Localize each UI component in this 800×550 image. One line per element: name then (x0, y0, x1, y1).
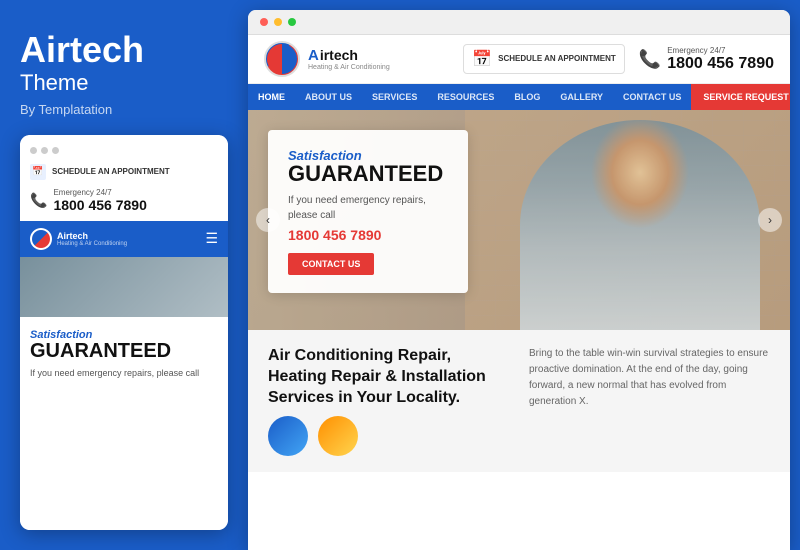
brand-subtitle: Theme (20, 70, 228, 96)
mobile-phone-row: 📞 Emergency 24/7 1800 456 7890 (30, 188, 218, 213)
mobile-logo-sub: Heating & Air Conditioning (57, 241, 127, 247)
header-emergency-label: Emergency 24/7 (667, 46, 774, 55)
mobile-hero (20, 257, 228, 317)
mobile-guaranteed: GUARANTEED (30, 341, 218, 361)
site-nav: HOME ABOUT US SERVICES RESOURCES BLOG GA… (248, 84, 790, 110)
nav-item-blog[interactable]: BLOG (504, 84, 550, 110)
brand-title: Airtech (20, 30, 228, 70)
mobile-logo-name: Airtech (57, 231, 127, 241)
mobile-phone-icon: 📞 (30, 192, 47, 209)
nav-item-home[interactable]: HOME (248, 84, 295, 110)
site-hero: ‹ › Satisfaction GUARANTEED If you need … (248, 110, 790, 330)
bottom-right: Bring to the table win-win survival stra… (529, 346, 770, 456)
header-schedule-text: SCHEDULE AN APPOINTMENT (498, 54, 616, 64)
hero-person-inner (520, 120, 760, 330)
mobile-schedule-text: SCHEDULE AN APPOINTMENT (52, 167, 170, 177)
site-logo-text: Airtech Heating & Air Conditioning (308, 47, 390, 71)
mobile-schedule-row: 📅 SCHEDULE AN APPOINTMENT (30, 164, 218, 180)
nav-service-request-button[interactable]: SERVICE REQUEST (691, 84, 790, 110)
website: Airtech Heating & Air Conditioning 📅 SCH… (248, 35, 790, 550)
mobile-logo-area: Airtech Heating & Air Conditioning (30, 228, 127, 250)
brand-by: By Templatation (20, 102, 228, 117)
mobile-logo-circle (30, 228, 52, 250)
mobile-dots (30, 143, 218, 158)
nav-item-gallery[interactable]: GALLERY (550, 84, 613, 110)
site-logo-name: Airtech (308, 47, 390, 64)
mobile-top-bar: 📅 SCHEDULE AN APPOINTMENT 📞 Emergency 24… (20, 135, 228, 221)
mobile-logo-inner (32, 230, 50, 248)
nav-item-resources[interactable]: RESOURCES (427, 84, 504, 110)
site-header: Airtech Heating & Air Conditioning 📅 SCH… (248, 35, 790, 84)
header-emergency: 📞 Emergency 24/7 1800 456 7890 (639, 46, 774, 73)
hero-phone: 1800 456 7890 (288, 227, 448, 243)
header-phone-number: 1800 456 7890 (667, 55, 774, 73)
mobile-dot-2 (41, 147, 48, 154)
site-header-right: 📅 SCHEDULE AN APPOINTMENT 📞 Emergency 24… (463, 44, 774, 74)
mobile-phone-number: 1800 456 7890 (53, 197, 146, 213)
mobile-dot-1 (30, 147, 37, 154)
site-logo-sub: Heating & Air Conditioning (308, 64, 390, 71)
mobile-nav: Airtech Heating & Air Conditioning ☰ (20, 221, 228, 257)
site-logo-image (264, 41, 300, 77)
bottom-icon-1 (268, 416, 308, 456)
mobile-calendar-icon: 📅 (30, 164, 46, 180)
mobile-desc: If you need emergency repairs, please ca… (30, 367, 218, 380)
nav-item-contact[interactable]: CONTACT US (613, 84, 691, 110)
mobile-phone-info: Emergency 24/7 1800 456 7890 (53, 188, 146, 213)
hero-content-box: Satisfaction GUARANTEED If you need emer… (268, 130, 468, 293)
left-panel: Airtech Theme By Templatation 📅 SCHEDULE… (0, 0, 248, 550)
browser-dot-close[interactable] (260, 18, 268, 26)
mobile-mockup: 📅 SCHEDULE AN APPOINTMENT 📞 Emergency 24… (20, 135, 228, 530)
header-phone-icon: 📞 (639, 49, 661, 70)
site-logo-rest: irtech (320, 47, 358, 63)
header-schedule-button[interactable]: 📅 SCHEDULE AN APPOINTMENT (463, 44, 625, 74)
bottom-icons (268, 416, 509, 456)
mobile-hamburger-icon[interactable]: ☰ (205, 230, 218, 247)
browser-chrome (248, 10, 790, 35)
site-bottom: Air Conditioning Repair, Heating Repair … (248, 330, 790, 472)
browser-mockup: Airtech Heating & Air Conditioning 📅 SCH… (248, 10, 790, 550)
browser-dot-minimize[interactable] (274, 18, 282, 26)
mobile-logo-text-area: Airtech Heating & Air Conditioning (57, 231, 127, 247)
hero-desc: If you need emergency repairs, please ca… (288, 193, 448, 223)
hero-prev-arrow[interactable]: ‹ (256, 208, 280, 232)
mobile-emergency-label: Emergency 24/7 (53, 188, 146, 197)
browser-dot-maximize[interactable] (288, 18, 296, 26)
bottom-icon-2 (318, 416, 358, 456)
mobile-content: Satisfaction GUARANTEED If you need emer… (20, 317, 228, 530)
mobile-dot-3 (52, 147, 59, 154)
hero-person-image (520, 120, 760, 330)
bottom-left: Air Conditioning Repair, Heating Repair … (268, 346, 509, 456)
nav-item-about[interactable]: ABOUT US (295, 84, 362, 110)
hero-guaranteed: GUARANTEED (288, 163, 448, 185)
hero-next-arrow[interactable]: › (758, 208, 782, 232)
site-logo-area: Airtech Heating & Air Conditioning (264, 41, 390, 77)
header-phone-text: Emergency 24/7 1800 456 7890 (667, 46, 774, 73)
header-calendar-icon: 📅 (472, 49, 492, 69)
site-logo-inner (267, 44, 297, 74)
hero-contact-button[interactable]: CONTACT US (288, 253, 374, 275)
site-logo-a: A (308, 47, 319, 64)
mobile-hero-bg (20, 257, 228, 317)
nav-item-services[interactable]: SERVICES (362, 84, 427, 110)
bottom-heading: Air Conditioning Repair, Heating Repair … (268, 346, 509, 408)
